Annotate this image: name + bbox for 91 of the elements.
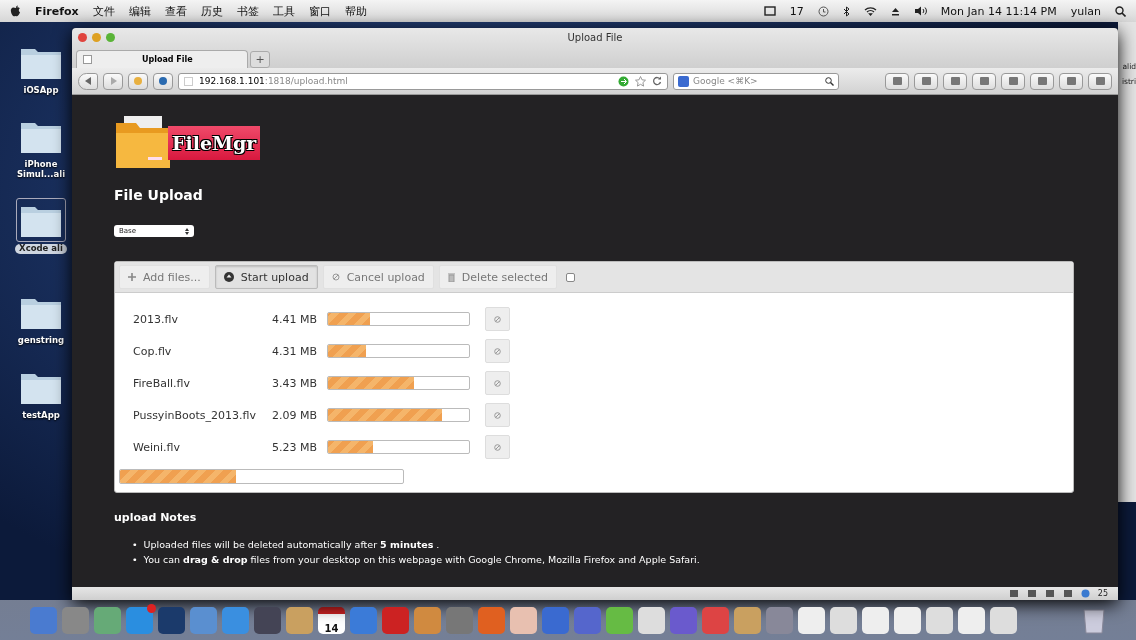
toolbar-button[interactable]: Cancel upload — [322, 265, 434, 289]
address-bar[interactable]: 192.168.1.101:1818/upload.html — [178, 72, 668, 90]
menu-item[interactable]: 编辑 — [128, 3, 151, 19]
ban-icon — [494, 347, 501, 355]
plus-icon — [128, 273, 136, 281]
wifi-icon[interactable] — [863, 6, 877, 16]
toolbar-button[interactable] — [943, 72, 967, 90]
folder-label: iPhone Simul...ali — [16, 160, 66, 180]
toolbar-button[interactable] — [972, 72, 996, 90]
ban-icon — [494, 411, 501, 419]
bullet-mark: • — [132, 538, 138, 551]
menu-item[interactable]: 工具 — [272, 3, 295, 19]
file-size: 2.09 MB — [270, 408, 317, 422]
addon-count: 25 — [1097, 589, 1108, 598]
file-name: PussyinBoots_2013.flv — [133, 408, 255, 422]
globe-icon[interactable] — [1080, 589, 1090, 598]
calendar-icon[interactable]: 14 — [318, 606, 345, 634]
forward-arrow-icon — [109, 77, 117, 85]
close-button[interactable] — [78, 32, 87, 42]
reload-icon[interactable] — [652, 76, 662, 86]
eject-icon[interactable] — [890, 6, 900, 16]
toolbar-button[interactable] — [914, 72, 938, 90]
bluetooth-icon[interactable] — [842, 5, 850, 17]
addon-button[interactable] — [153, 72, 173, 90]
file-size: 5.23 MB — [270, 440, 317, 454]
select-all-checkbox[interactable] — [565, 272, 575, 282]
toolbar-button[interactable]: Start upload — [214, 265, 318, 289]
url-text: 192.168.1.101:1818/upload.html — [199, 76, 348, 86]
toolbar-button[interactable] — [1059, 72, 1083, 90]
file-name: Weini.flv — [133, 440, 182, 454]
user-name[interactable]: yulan — [1070, 4, 1101, 18]
addon-icon — [133, 76, 143, 86]
toolbar-button[interactable]: Add files... — [119, 265, 210, 289]
select-arrows-icon — [185, 227, 189, 235]
clock-icon[interactable] — [817, 5, 829, 17]
volume-icon[interactable] — [913, 6, 927, 16]
status-number[interactable]: 17 — [789, 4, 804, 18]
file-size: 4.31 MB — [270, 344, 317, 358]
file-name: 2013.flv — [133, 312, 179, 326]
ban-icon — [494, 315, 501, 323]
toolbar-button[interactable] — [1030, 72, 1054, 90]
folder-label: Xcode ali — [15, 244, 67, 254]
addon-button[interactable] — [128, 72, 148, 90]
file-name: Cop.flv — [133, 344, 173, 358]
upload-circle-icon — [223, 272, 234, 282]
star-icon[interactable] — [635, 75, 646, 87]
note-item: You can drag & drop files from your desktop on this webpage with Google Chrome, Mozilla Firefox and Apple Safari. — [143, 553, 700, 566]
apple-logo-icon[interactable] — [10, 5, 21, 17]
back-arrow-icon — [84, 77, 92, 85]
window-title: Upload File — [567, 31, 623, 43]
browser-tab[interactable]: Upload File — [76, 50, 248, 68]
logo-text: FileMgr — [168, 126, 261, 160]
page-icon — [184, 76, 193, 86]
note-item: Uploaded files will be deleted automatically after 5 minutes . — [143, 538, 440, 551]
ban-icon — [494, 443, 501, 451]
app-menu[interactable]: Firefox — [35, 4, 79, 18]
back-button[interactable] — [78, 72, 98, 90]
menu-item[interactable]: 历史 — [200, 3, 223, 19]
ban-icon — [494, 379, 501, 387]
file-size: 4.41 MB — [270, 312, 317, 326]
search-field[interactable]: Google <⌘K> — [673, 72, 839, 90]
file-size: 3.43 MB — [270, 376, 317, 390]
folder-label: testApp — [22, 411, 60, 421]
menu-item[interactable]: 查看 — [164, 3, 187, 19]
addon-icon — [158, 76, 168, 86]
forward-button[interactable] — [103, 72, 123, 90]
file-name: FireBall.flv — [133, 376, 191, 390]
page-heading: File Upload — [114, 187, 204, 203]
toolbar-button[interactable] — [885, 72, 909, 90]
notes-heading: upload Notes — [114, 511, 198, 524]
toolbar-button[interactable] — [1088, 72, 1112, 90]
folder-label: iOSApp — [23, 86, 59, 96]
menu-item[interactable]: 文件 — [92, 3, 115, 19]
menu-item[interactable]: 窗口 — [308, 3, 331, 19]
menu-item[interactable]: 帮助 — [344, 3, 367, 19]
status-menu-icon[interactable] — [763, 6, 776, 16]
bullet-mark: • — [132, 553, 138, 566]
toolbar-button[interactable] — [1001, 72, 1025, 90]
menu-item[interactable]: 书签 — [236, 3, 259, 19]
clock[interactable]: Mon Jan 14 11:14 PM — [940, 4, 1057, 18]
page-icon — [83, 55, 92, 64]
toolbar-button[interactable]: Delete selected — [438, 265, 557, 289]
new-tab-button[interactable]: + — [250, 51, 270, 68]
search-icon[interactable] — [1115, 5, 1126, 17]
search-icon[interactable] — [825, 76, 834, 86]
go-arrow-icon[interactable] — [618, 75, 629, 87]
trash-icon — [447, 272, 455, 282]
ban-icon — [331, 273, 340, 281]
folder-logo-icon — [114, 115, 172, 171]
folder-label: genstring — [17, 336, 65, 346]
trash-icon[interactable] — [1082, 606, 1106, 634]
